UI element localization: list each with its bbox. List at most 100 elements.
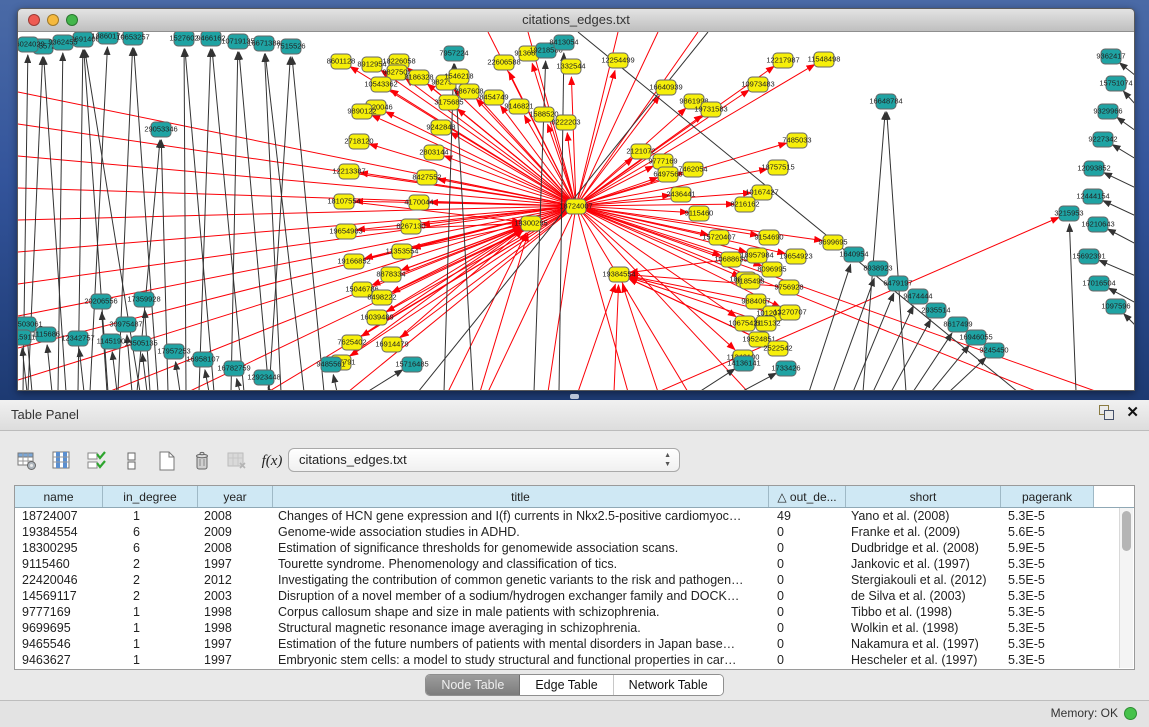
- network-node[interactable]: 7462054: [678, 162, 707, 177]
- network-node[interactable]: 9245450: [979, 343, 1008, 358]
- network-node[interactable]: 12923448: [247, 370, 280, 385]
- column-settings-button[interactable]: [14, 448, 40, 474]
- network-node[interactable]: 13505135: [124, 336, 157, 351]
- column-header-name[interactable]: name: [15, 486, 103, 507]
- network-node[interactable]: 2436441: [666, 187, 695, 202]
- network-node[interactable]: 9154690: [754, 230, 783, 245]
- network-node[interactable]: 9115460: [685, 206, 714, 221]
- network-node[interactable]: 9329966: [1093, 104, 1122, 119]
- network-node[interactable]: 19654923: [779, 249, 812, 264]
- network-node[interactable]: 9890122: [347, 104, 376, 119]
- float-panel-icon[interactable]: [1099, 405, 1114, 420]
- network-node[interactable]: 1115686: [32, 327, 60, 342]
- table-row[interactable]: 1872400712008Changes of HCN gene express…: [15, 508, 1134, 524]
- network-node[interactable]: 11548498: [808, 52, 841, 67]
- unselect-all-button[interactable]: [119, 448, 145, 474]
- network-node[interactable]: 20206556: [84, 294, 117, 309]
- table-row[interactable]: 946554611997Estimation of the future num…: [15, 636, 1134, 652]
- network-node[interactable]: 8216162: [730, 197, 759, 212]
- table-row[interactable]: 946362711997Embryonic stem cells: a mode…: [15, 652, 1134, 668]
- tab-network-table[interactable]: Network Table: [614, 675, 723, 695]
- network-node[interactable]: 6479197: [883, 276, 912, 291]
- network-node[interactable]: 16039489: [360, 310, 393, 325]
- column-header-out_de[interactable]: △ out_de...: [769, 486, 846, 507]
- network-node[interactable]: 12217987: [766, 53, 799, 68]
- close-panel-icon[interactable]: ✕: [1126, 405, 1139, 420]
- network-node[interactable]: 14136141: [727, 356, 760, 371]
- table-selector-dropdown[interactable]: citations_edges.txt ▲▼: [288, 448, 680, 472]
- network-node[interactable]: 19731583: [694, 102, 727, 117]
- network-node[interactable]: 8938923: [863, 261, 892, 276]
- network-node[interactable]: 18107554: [327, 194, 360, 209]
- network-node[interactable]: 19166852: [337, 254, 370, 269]
- network-node[interactable]: 16958107: [186, 352, 219, 367]
- network-node[interactable]: 4170044: [404, 195, 433, 210]
- network-node[interactable]: 29053346: [144, 122, 177, 137]
- network-node[interactable]: 16914479: [375, 337, 408, 352]
- network-node[interactable]: 16782759: [217, 361, 250, 376]
- network-node[interactable]: 3175685: [434, 95, 463, 110]
- table-row[interactable]: 969969511998Structural magnetic resonanc…: [15, 620, 1134, 636]
- table-row[interactable]: 2242004622012Investigating the contribut…: [15, 572, 1134, 588]
- column-header-in_degree[interactable]: in_degree: [103, 486, 198, 507]
- network-node[interactable]: 18757515: [761, 160, 794, 175]
- network-canvas[interactable]: 1872400718300295193845548601128891295418…: [18, 32, 1134, 391]
- memory-status-indicator[interactable]: [1124, 707, 1137, 720]
- table-row[interactable]: 1830029562008Estimation of significance …: [15, 540, 1134, 556]
- delete-row-button[interactable]: [189, 448, 215, 474]
- network-node[interactable]: 1145190: [97, 334, 126, 349]
- network-node[interactable]: 15720407: [702, 230, 735, 245]
- tab-edge-table[interactable]: Edge Table: [520, 675, 613, 695]
- network-node[interactable]: 15751074: [1099, 76, 1132, 91]
- network-node[interactable]: 8498222: [367, 290, 396, 305]
- network-node[interactable]: 1527602: [169, 32, 198, 46]
- network-node[interactable]: 30975487: [109, 317, 142, 332]
- network-node[interactable]: 8617499: [943, 317, 972, 332]
- table-row[interactable]: 977716911998Corpus callosum shape and si…: [15, 604, 1134, 620]
- network-node[interactable]: 1097596: [1101, 299, 1130, 314]
- new-row-button[interactable]: [154, 448, 180, 474]
- network-node[interactable]: 1332544: [556, 59, 585, 74]
- table-scrollbar[interactable]: [1119, 508, 1133, 668]
- network-node[interactable]: 2718120: [344, 134, 373, 149]
- table-row[interactable]: 1456911722003Disruption of a novel membe…: [15, 588, 1134, 604]
- delete-table-button[interactable]: [224, 448, 250, 474]
- network-node[interactable]: 2522542: [763, 341, 792, 356]
- network-node[interactable]: 8601128: [327, 54, 356, 69]
- table-row[interactable]: 1938455462009Genome-wide association stu…: [15, 524, 1134, 540]
- network-node[interactable]: 7957224: [439, 46, 468, 61]
- column-header-title[interactable]: title: [273, 486, 769, 507]
- network-node[interactable]: 12213387: [332, 164, 365, 179]
- network-node[interactable]: 2935514: [921, 303, 950, 318]
- network-node[interactable]: 9699695: [818, 235, 847, 250]
- network-node[interactable]: 12342757: [61, 331, 94, 346]
- network-node[interactable]: 2803144: [419, 145, 448, 160]
- network-node[interactable]: 7515526: [276, 39, 305, 54]
- select-all-button[interactable]: [84, 448, 110, 474]
- network-node[interactable]: 7485033: [782, 133, 811, 148]
- network-node[interactable]: 9756928: [774, 280, 803, 295]
- select-columns-button[interactable]: [49, 448, 75, 474]
- network-node[interactable]: 8222203: [551, 115, 580, 130]
- network-node[interactable]: 3215953: [1054, 206, 1083, 221]
- network-node[interactable]: 8878334: [376, 267, 405, 282]
- column-header-short[interactable]: short: [846, 486, 1001, 507]
- network-window-titlebar[interactable]: citations_edges.txt: [18, 9, 1134, 32]
- split-divider-handle[interactable]: [570, 394, 579, 399]
- network-node[interactable]: 15692391: [1072, 249, 1105, 264]
- network-node[interactable]: 16648784: [869, 94, 902, 109]
- column-header-pagerank[interactable]: pagerank: [1001, 486, 1094, 507]
- function-builder-button[interactable]: f(x): [259, 448, 285, 474]
- network-node[interactable]: 16640939: [649, 80, 682, 95]
- table-row[interactable]: 911546021997Tourette syndrome. Phenomeno…: [15, 556, 1134, 572]
- network-node[interactable]: 12254499: [601, 53, 634, 68]
- network-node[interactable]: 10543362: [364, 77, 397, 92]
- network-node[interactable]: 8186328: [404, 70, 433, 85]
- tab-node-table[interactable]: Node Table: [426, 675, 520, 695]
- network-node[interactable]: 17359928: [127, 292, 160, 307]
- column-header-year[interactable]: year: [198, 486, 273, 507]
- network-node[interactable]: 8267130: [396, 219, 425, 234]
- network-node[interactable]: 1640954: [839, 247, 868, 262]
- network-node[interactable]: 15716485: [395, 357, 428, 372]
- network-node[interactable]: 10653257: [116, 32, 149, 45]
